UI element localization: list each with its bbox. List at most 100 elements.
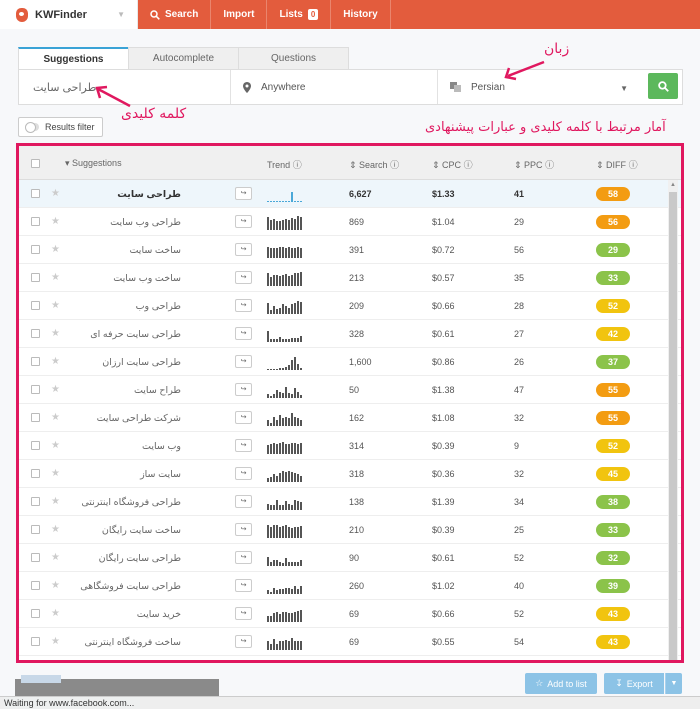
- search-keyword-arrow-icon[interactable]: ↪: [235, 635, 252, 648]
- keyword-cell[interactable]: خرید سایت: [71, 609, 181, 620]
- keyword-cell[interactable]: طراحی فروشگاه اینترنتی: [71, 497, 181, 508]
- keyword-cell[interactable]: ساخت وب سایت: [71, 273, 181, 284]
- col-cpc[interactable]: ⇕ CPC ⓘ: [432, 158, 473, 171]
- nav-search[interactable]: Search: [138, 0, 212, 29]
- row-checkbox[interactable]: [31, 329, 40, 338]
- export-dropdown-button[interactable]: ▼: [665, 673, 682, 694]
- tab-autocomplete[interactable]: Autocomplete: [128, 47, 239, 69]
- favorite-star-icon[interactable]: ★: [51, 272, 60, 283]
- results-filter-toggle[interactable]: Results filter: [18, 117, 103, 137]
- row-checkbox[interactable]: [31, 525, 40, 534]
- table-row[interactable]: ★ طراحی سایت ↪ 6,627 $1.33 41 58: [19, 180, 681, 208]
- keyword-cell[interactable]: شرکت طراحی سایت: [71, 413, 181, 424]
- row-checkbox[interactable]: [31, 301, 40, 310]
- search-keyword-arrow-icon[interactable]: ↪: [235, 215, 252, 228]
- nav-lists[interactable]: Lists 0: [267, 0, 332, 29]
- keyword-cell[interactable]: طراحی وب: [71, 301, 181, 312]
- keyword-cell[interactable]: ساخت سایت: [71, 245, 181, 256]
- table-row[interactable]: ★ ساخت فروشگاه اینترنتی ↪ 69 $0.55 54 43: [19, 628, 681, 656]
- favorite-star-icon[interactable]: ★: [51, 328, 60, 339]
- keyword-cell[interactable]: طراحی وب سایت: [71, 217, 181, 228]
- favorite-star-icon[interactable]: ★: [51, 496, 60, 507]
- table-row[interactable]: ★ طراحی سایت ارزان ↪ 1,600 $0.86 26 37: [19, 348, 681, 376]
- search-keyword-arrow-icon[interactable]: ↪: [235, 495, 252, 508]
- keyword-cell[interactable]: طراحی سایت رایگان: [71, 553, 181, 564]
- app-brand[interactable]: KWFinder ▼: [0, 0, 138, 29]
- search-keyword-arrow-icon[interactable]: ↪: [235, 355, 252, 368]
- table-row[interactable]: ★ طراحی سایت حرفه ای ↪ 328 $0.61 27 42: [19, 320, 681, 348]
- col-diff[interactable]: ⇕ DIFF ⓘ: [596, 158, 638, 171]
- search-keyword-arrow-icon[interactable]: ↪: [235, 439, 252, 452]
- col-search[interactable]: ⇕ Search ⓘ: [349, 158, 399, 171]
- select-all-checkbox[interactable]: [31, 159, 40, 168]
- table-row[interactable]: ★ طراحی سایت فروشگاهی ↪ 260 $1.02 40 39: [19, 572, 681, 600]
- row-checkbox[interactable]: [31, 581, 40, 590]
- keyword-cell[interactable]: ساخت فروشگاه اینترنتی: [71, 637, 181, 648]
- table-row[interactable]: ★ خرید سایت ↪ 69 $0.66 52 43: [19, 600, 681, 628]
- favorite-star-icon[interactable]: ★: [51, 384, 60, 395]
- keyword-cell[interactable]: طراحی سایت ارزان: [71, 357, 181, 368]
- table-row[interactable]: ★ طراحی سایت رایگان ↪ 90 $0.61 52 32: [19, 544, 681, 572]
- favorite-star-icon[interactable]: ★: [51, 608, 60, 619]
- favorite-star-icon[interactable]: ★: [51, 300, 60, 311]
- search-keyword-arrow-icon[interactable]: ↪: [235, 467, 252, 480]
- row-checkbox[interactable]: [31, 553, 40, 562]
- table-row[interactable]: ★ ساخت سایت ↪ 391 $0.72 56 29: [19, 236, 681, 264]
- search-keyword-arrow-icon[interactable]: ↪: [235, 383, 252, 396]
- keyword-cell[interactable]: طراحی سایت فروشگاهی: [71, 581, 181, 592]
- row-checkbox[interactable]: [31, 441, 40, 450]
- favorite-star-icon[interactable]: ★: [51, 468, 60, 479]
- row-checkbox[interactable]: [31, 637, 40, 646]
- keyword-cell[interactable]: طراحی سایت حرفه ای: [71, 329, 181, 340]
- favorite-star-icon[interactable]: ★: [51, 636, 60, 647]
- export-button[interactable]: ↧ Export: [604, 673, 664, 694]
- table-row[interactable]: ★ طراحی وب سایت ↪ 869 $1.04 29 56: [19, 208, 681, 236]
- keyword-cell[interactable]: ساخت سایت رایگان: [71, 525, 181, 536]
- table-row[interactable]: ★ سایت ساز ↪ 318 $0.36 32 45: [19, 460, 681, 488]
- search-keyword-arrow-icon[interactable]: ↪: [235, 271, 252, 284]
- row-checkbox[interactable]: [31, 609, 40, 618]
- favorite-star-icon[interactable]: ★: [51, 356, 60, 367]
- favorite-star-icon[interactable]: ★: [51, 440, 60, 451]
- tab-questions[interactable]: Questions: [238, 47, 349, 69]
- row-checkbox[interactable]: [31, 497, 40, 506]
- keyword-cell[interactable]: طراح سایت: [71, 385, 181, 396]
- table-row[interactable]: ★ طراح سایت ↪ 50 $1.38 47 55: [19, 376, 681, 404]
- search-keyword-arrow-icon[interactable]: ↪: [235, 187, 252, 200]
- search-keyword-arrow-icon[interactable]: ↪: [235, 551, 252, 564]
- col-trend[interactable]: Trend ⓘ: [267, 158, 302, 171]
- search-keyword-arrow-icon[interactable]: ↪: [235, 579, 252, 592]
- keyword-cell[interactable]: وب سایت: [71, 441, 181, 452]
- favorite-star-icon[interactable]: ★: [51, 580, 60, 591]
- col-suggestions[interactable]: ▾ Suggestions: [65, 158, 122, 169]
- scroll-up-icon[interactable]: ▲: [670, 182, 676, 188]
- toggle-switch[interactable]: [25, 122, 39, 133]
- favorite-star-icon[interactable]: ★: [51, 188, 60, 199]
- location-select[interactable]: Anywhere: [231, 70, 438, 104]
- favorite-star-icon[interactable]: ★: [51, 412, 60, 423]
- row-checkbox[interactable]: [31, 189, 40, 198]
- table-row[interactable]: ★ شرکت طراحی سایت ↪ 162 $1.08 32 55: [19, 404, 681, 432]
- row-checkbox[interactable]: [31, 357, 40, 366]
- search-submit-button[interactable]: [648, 73, 678, 99]
- row-checkbox[interactable]: [31, 245, 40, 254]
- table-row[interactable]: ★ طراحی فروشگاه اینترنتی ↪ 138 $1.39 34 38: [19, 488, 681, 516]
- table-row[interactable]: ★ طراحی وب ↪ 209 $0.66 28 52: [19, 292, 681, 320]
- table-row[interactable]: ★ وب سایت ↪ 314 $0.39 9 52: [19, 432, 681, 460]
- favorite-star-icon[interactable]: ★: [51, 524, 60, 535]
- keyword-cell[interactable]: طراحی سایت: [71, 189, 181, 200]
- row-checkbox[interactable]: [31, 413, 40, 422]
- search-keyword-arrow-icon[interactable]: ↪: [235, 411, 252, 424]
- search-keyword-arrow-icon[interactable]: ↪: [235, 523, 252, 536]
- row-checkbox[interactable]: [31, 217, 40, 226]
- search-keyword-arrow-icon[interactable]: ↪: [235, 607, 252, 620]
- scrollbar-thumb[interactable]: [669, 192, 677, 660]
- row-checkbox[interactable]: [31, 385, 40, 394]
- table-row[interactable]: ★ ساخت سایت رایگان ↪ 210 $0.39 25 33: [19, 516, 681, 544]
- col-ppc[interactable]: ⇕ PPC ⓘ: [514, 158, 554, 171]
- search-keyword-arrow-icon[interactable]: ↪: [235, 243, 252, 256]
- add-to-list-button[interactable]: ☆ Add to list: [525, 673, 597, 694]
- search-keyword-arrow-icon[interactable]: ↪: [235, 327, 252, 340]
- favorite-star-icon[interactable]: ★: [51, 216, 60, 227]
- table-scrollbar[interactable]: [668, 180, 678, 660]
